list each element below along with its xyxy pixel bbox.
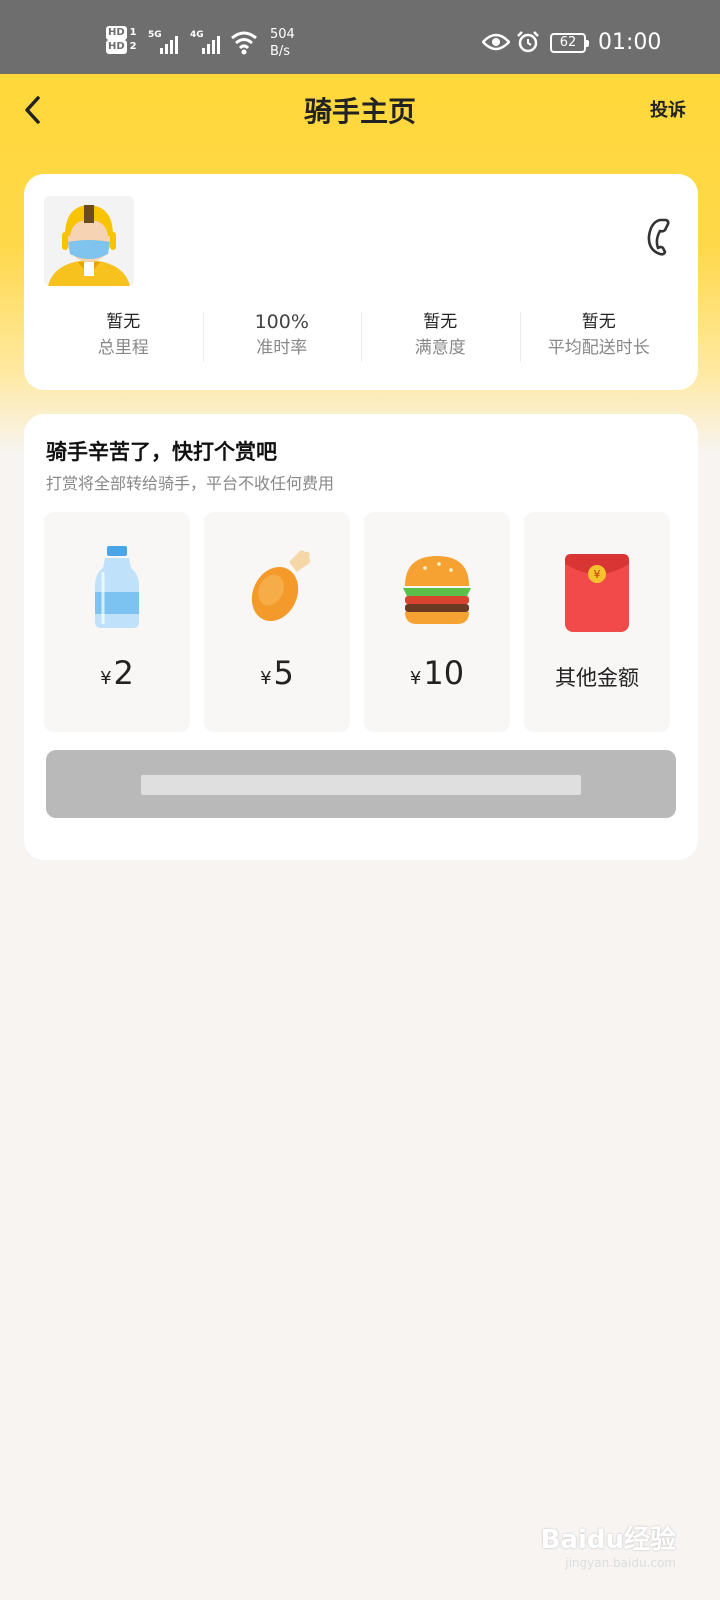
network-type-1: 5G — [148, 30, 162, 40]
burger-icon — [403, 556, 471, 624]
speed-unit: B/s — [270, 44, 291, 59]
submit-tip-button[interactable] — [46, 750, 676, 818]
stat-value: 暂无 — [106, 312, 141, 332]
rider-stats: 暂无 总里程 100% 准时率 暂无 满意度 暂无 平均配送时长 — [44, 310, 678, 366]
network-type-2: 4G — [190, 30, 204, 40]
currency-symbol: ¥ — [409, 668, 422, 689]
tip-subtitle: 打赏将全部转给骑手，平台不收任何费用 — [46, 474, 335, 493]
amount-value: 10 — [423, 654, 465, 692]
currency-symbol: ¥ — [260, 668, 272, 689]
amount-value: 5 — [273, 654, 294, 692]
rider-helmet-mask-avatar-icon — [44, 196, 134, 286]
stat-satisfaction: 暂无 满意度 — [361, 310, 520, 366]
tip-title: 骑手辛苦了，快打个赏吧 — [46, 440, 277, 464]
call-rider-button[interactable] — [640, 216, 676, 256]
page-title: 骑手主页 — [303, 95, 416, 128]
blurred-button-text — [141, 774, 581, 795]
hd-badge-1: HD — [106, 26, 127, 40]
stat-value: 暂无 — [423, 312, 458, 332]
watermark-subtext: jingyan.baidu.com — [565, 1556, 676, 1570]
tip-amount: 其他金额 — [555, 666, 639, 690]
stat-avg-delivery-time: 暂无 平均配送时长 — [519, 310, 679, 366]
sim-2-label: 2 — [129, 41, 137, 52]
stat-label: 满意度 — [414, 338, 466, 358]
tip-option-10[interactable]: ¥10 — [364, 512, 510, 732]
tip-option-other[interactable]: ¥ 其他金额 — [524, 512, 670, 732]
stat-value: 暂无 — [581, 312, 616, 332]
baidu-watermark: Baidu经验 jingyan.baidu.com — [541, 1519, 676, 1570]
battery-indicator: 62 — [550, 33, 589, 53]
rider-avatar — [44, 196, 134, 286]
stat-mileage: 暂无 总里程 — [44, 310, 203, 366]
tip-amount: ¥10 — [364, 654, 510, 692]
stat-label: 平均配送时长 — [547, 338, 650, 358]
watermark-text: Baidu经验 — [540, 1525, 676, 1555]
svg-text:¥: ¥ — [594, 568, 601, 581]
eye-comfort-icon — [482, 33, 510, 51]
stat-on-time-rate: 100% 准时率 — [202, 310, 362, 366]
complain-button[interactable]: 投诉 — [650, 96, 686, 122]
chicken-leg-icon — [251, 550, 311, 622]
stat-label: 总里程 — [97, 338, 149, 358]
status-bar: HD 1 HD 2 5G 4G 504 B/s 62 01:00 — [0, 0, 720, 74]
stat-label: 准时率 — [256, 338, 308, 358]
sim-hd-indicators: HD 1 HD 2 — [106, 26, 137, 54]
amount-value: 2 — [113, 654, 134, 692]
hd-badge-2: HD — [106, 40, 127, 54]
wifi-icon — [231, 31, 257, 55]
tip-option-5[interactable]: ¥5 — [204, 512, 350, 732]
water-bottle-icon — [95, 546, 139, 628]
tip-option-2[interactable]: ¥2 — [44, 512, 190, 732]
sim-1-label: 1 — [129, 27, 137, 38]
red-envelope-icon: ¥ — [565, 554, 629, 632]
clock: 01:00 — [598, 30, 662, 55]
tip-amount: ¥5 — [204, 654, 350, 692]
tip-amount: ¥2 — [44, 654, 190, 692]
currency-symbol: ¥ — [100, 668, 112, 689]
speed-value: 504 — [270, 27, 295, 42]
alarm-icon — [517, 31, 539, 53]
network-speed: 504 B/s — [270, 26, 295, 60]
stat-value: 100% — [254, 311, 309, 333]
